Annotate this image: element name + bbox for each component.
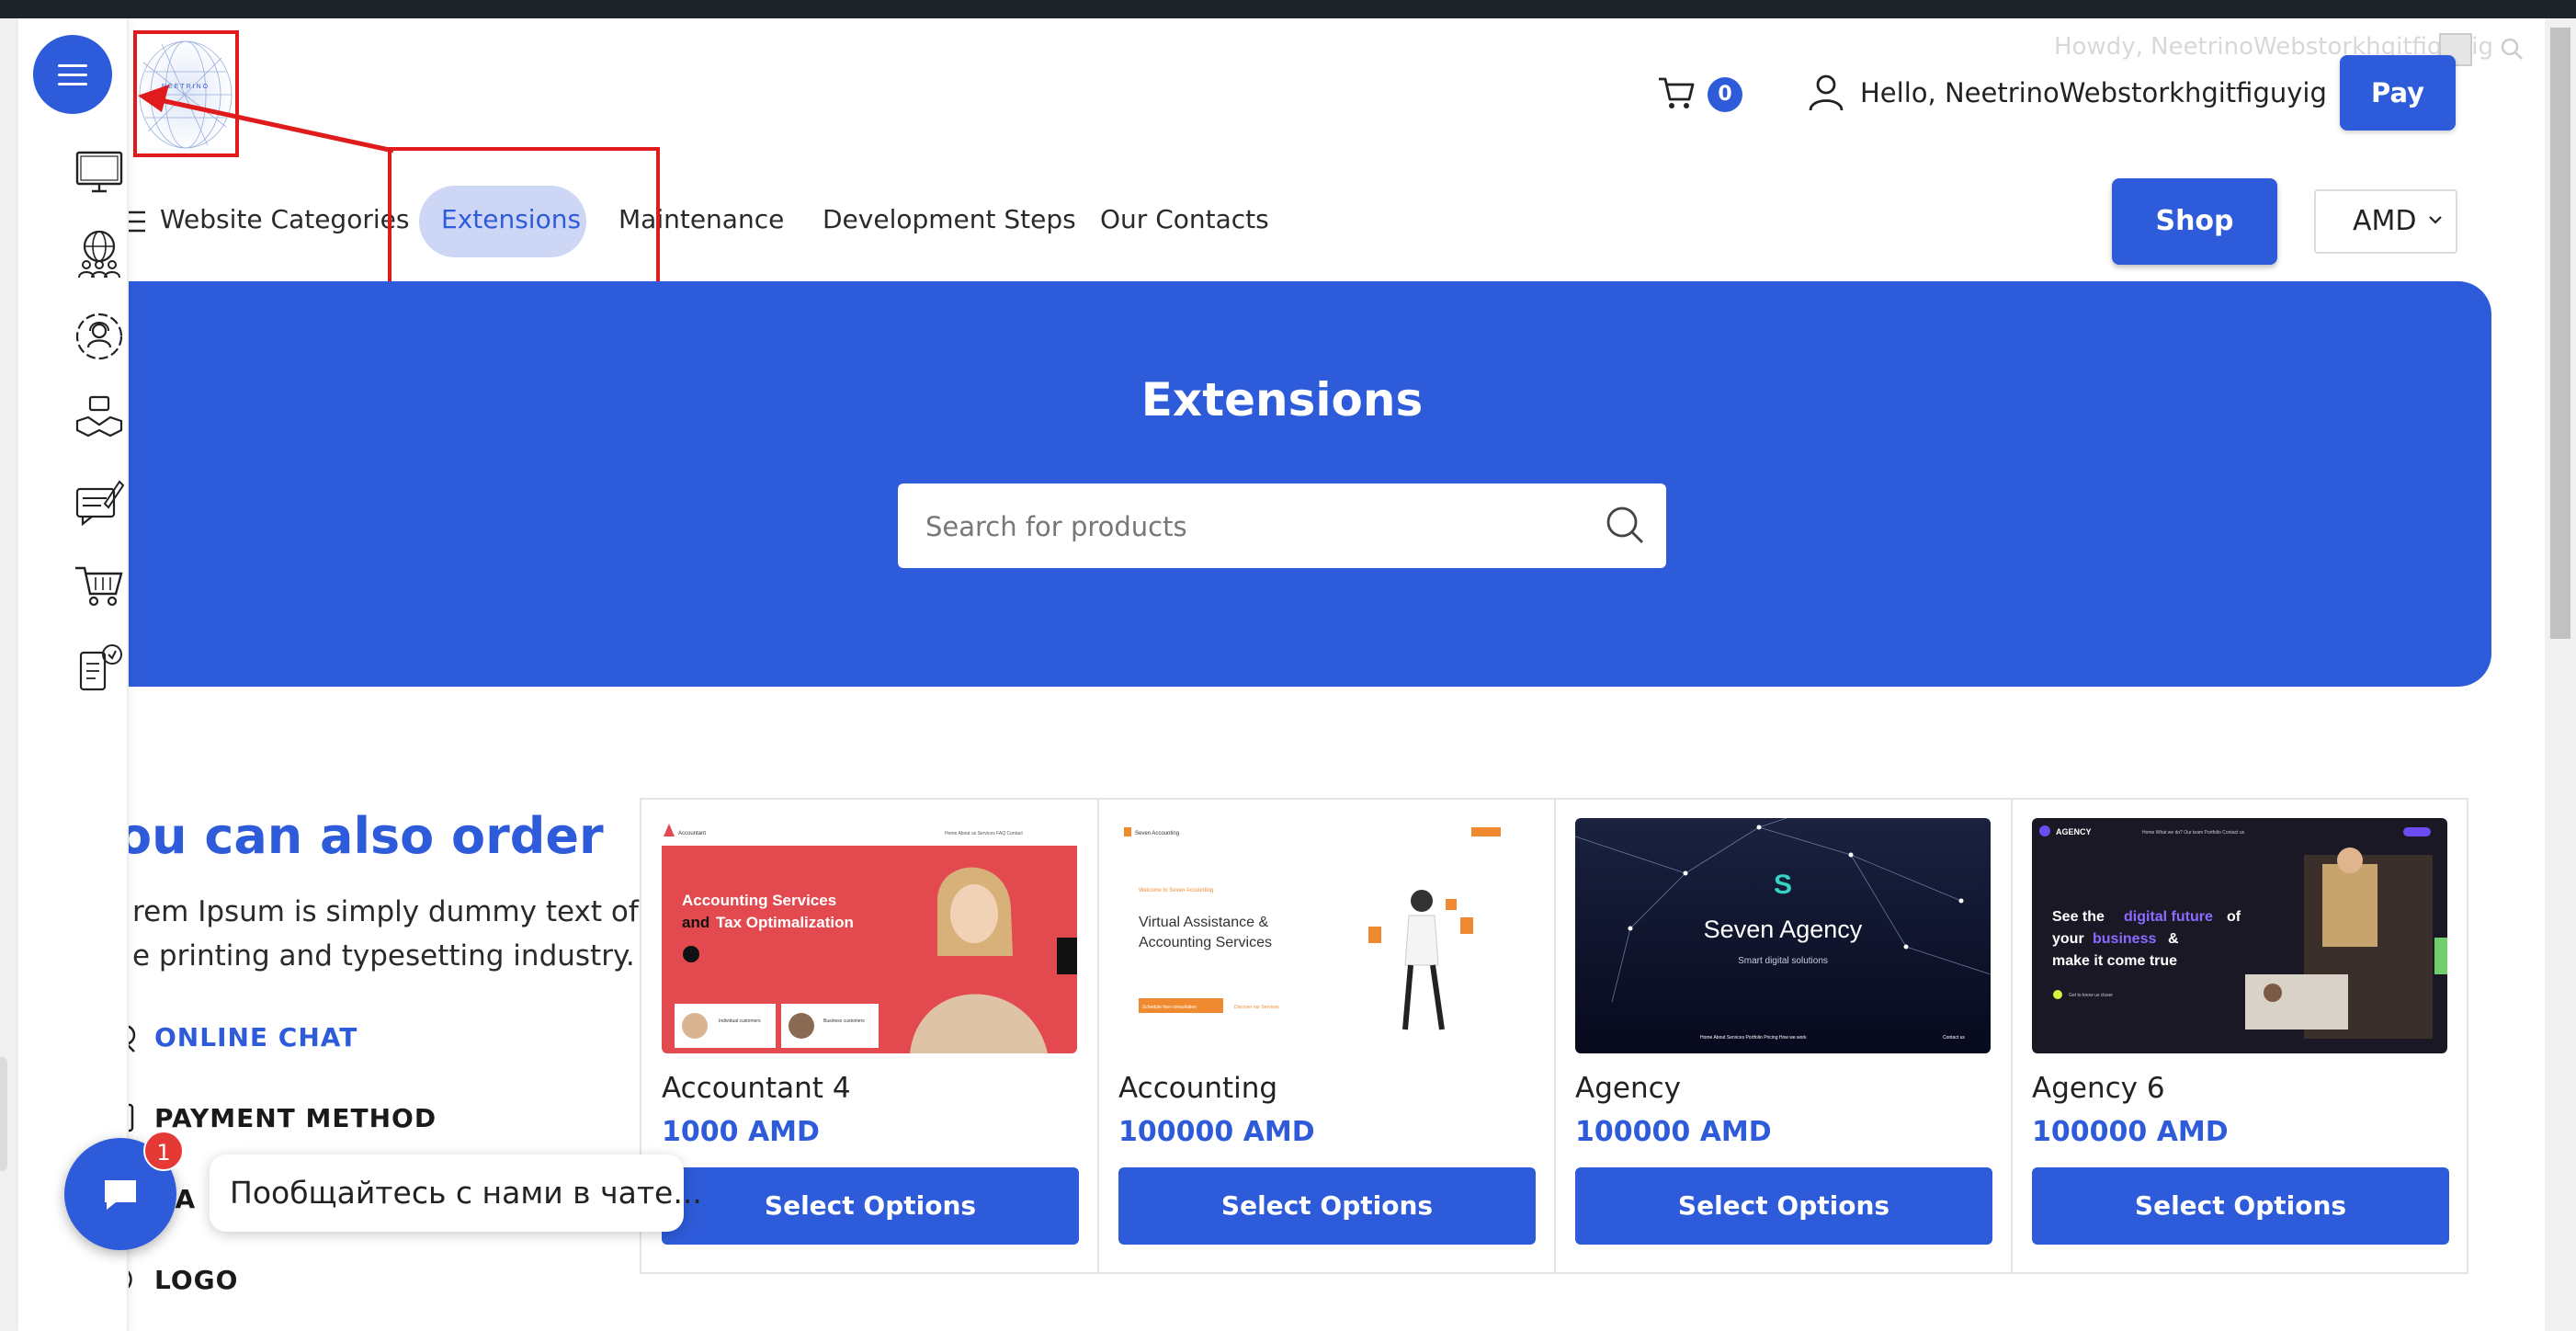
page-title: Extensions: [1140, 373, 1424, 427]
also-order-title: ou can also order: [118, 807, 604, 865]
svg-text:make it come true: make it come true: [2052, 953, 2177, 969]
search-box: [898, 483, 1666, 570]
nav-website-categories[interactable]: Website Categories: [160, 204, 409, 234]
svg-text:Virtual Assistance &: Virtual Assistance &: [1139, 915, 1268, 930]
select-options-button[interactable]: Select Options: [1118, 1167, 1536, 1245]
svg-text:of: of: [2227, 909, 2241, 925]
svg-text:Home About us Services FAQ: Home About us Services FAQ Contact: [945, 831, 1023, 836]
svg-text:Business customers: Business customers: [823, 1018, 865, 1024]
link-online-chat[interactable]: ONLINE CHAT: [154, 1022, 357, 1052]
select-options-button[interactable]: Select Options: [662, 1167, 1079, 1245]
review-chat-icon[interactable]: [74, 476, 125, 528]
select-options-button[interactable]: Select Options: [2032, 1167, 2449, 1245]
handshake-briefcase-icon[interactable]: [74, 393, 125, 445]
product-name[interactable]: Accounting: [1118, 1072, 1277, 1105]
svg-text:Individual customers: Individual customers: [719, 1018, 761, 1024]
svg-text:Schedule free consultation: Schedule free consultation: [1142, 1005, 1197, 1010]
side-tab[interactable]: [0, 1057, 7, 1171]
sidebar-menu-button[interactable]: [33, 35, 112, 114]
svg-text:Seven Agency: Seven Agency: [1704, 916, 1863, 943]
svg-text:business: business: [2093, 931, 2156, 947]
svg-text:S: S: [1774, 870, 1792, 900]
svg-text:Seven Accounting: Seven Accounting: [1135, 831, 1179, 836]
product-name[interactable]: Agency: [1575, 1072, 1681, 1105]
monitor-icon[interactable]: [74, 147, 125, 199]
product-card: S Seven Agency Smart digital solutions H…: [1555, 800, 2012, 1272]
select-options-button[interactable]: Select Options: [1575, 1167, 1992, 1245]
svg-text:and: and: [682, 914, 709, 931]
product-card: AGENCY Home What we do? Our team Portfol…: [2012, 800, 2468, 1272]
chat-icon: [105, 1180, 136, 1210]
search-input[interactable]: [924, 483, 1589, 570]
svg-text:AGENCY: AGENCY: [2056, 827, 2092, 836]
svg-text:Accountant: Accountant: [678, 831, 706, 836]
product-price: 100000 AMD: [2032, 1116, 2229, 1148]
shop-button[interactable]: Shop: [2112, 178, 2277, 265]
search-icon[interactable]: [1604, 504, 1646, 546]
svg-text:Discover our Services: Discover our Services: [1234, 1005, 1279, 1010]
product-thumbnail[interactable]: Accountant Home About us Services FAQ Co…: [662, 818, 1077, 1053]
product-card: Accountant Home About us Services FAQ Co…: [641, 800, 1098, 1272]
shopping-cart-icon[interactable]: [74, 559, 125, 610]
also-order-text-2: e printing and typesetting industry.: [132, 939, 635, 973]
svg-text:Tax Optimalization: Tax Optimalization: [716, 914, 854, 931]
svg-text:Home What we do? Our team P: Home What we do? Our team Portfolio Cont…: [2142, 830, 2245, 836]
support-agent-icon[interactable]: [74, 311, 125, 362]
svg-text:&: &: [2168, 931, 2179, 947]
svg-text:Accounting Services: Accounting Services: [682, 892, 836, 909]
chat-greeting-bubble[interactable]: Пообщайтесь с нами в чате...: [210, 1155, 702, 1232]
currency-select[interactable]: AMD: [2314, 189, 2457, 254]
svg-text:Smart digital solutions: Smart digital solutions: [1738, 956, 1828, 966]
chevron-down-icon: [2429, 216, 2442, 224]
svg-text:Welcome to Seven Accounting: Welcome to Seven Accounting: [1139, 888, 1213, 893]
svg-text:digital future: digital future: [2124, 909, 2213, 925]
svg-text:Contact us: Contact us: [1943, 1035, 1965, 1041]
product-price: 100000 AMD: [1575, 1116, 1772, 1148]
hamburger-line: [58, 74, 87, 76]
product-thumbnail[interactable]: S Seven Agency Smart digital solutions H…: [1575, 818, 1991, 1053]
product-thumbnail[interactable]: AGENCY Home What we do? Our team Portfol…: [2032, 818, 2447, 1053]
product-card: Seven Accounting Welcome to Seven Accoun…: [1098, 800, 1555, 1272]
link-logo[interactable]: LOGO: [154, 1265, 238, 1295]
scrollbar-thumb[interactable]: [2550, 28, 2570, 639]
svg-text:your: your: [2052, 931, 2084, 947]
svg-text:See the: See the: [2052, 909, 2105, 925]
product-name[interactable]: Accountant 4: [662, 1072, 851, 1105]
mobile-service-icon[interactable]: [74, 642, 125, 693]
cart-count-badge[interactable]: 0: [1708, 77, 1742, 112]
also-order-text-1: rem Ipsum is simply dummy text of: [132, 895, 639, 928]
svg-text:Accounting Services: Accounting Services: [1139, 935, 1272, 950]
pay-button[interactable]: Pay: [2340, 55, 2456, 131]
nav-development-steps[interactable]: Development Steps: [823, 204, 1076, 234]
product-price: 1000 AMD: [662, 1116, 820, 1148]
hamburger-icon: [58, 64, 87, 67]
svg-text:Get to know us closer: Get to know us closer: [2069, 993, 2113, 998]
chat-unread-badge: 1: [143, 1131, 184, 1171]
user-greeting[interactable]: Hello, NeetrinoWebstorkhgitfiguyig: [1860, 77, 2327, 108]
product-price: 100000 AMD: [1118, 1116, 1315, 1148]
currency-value: AMD: [2353, 205, 2417, 237]
quick-sidebar: [18, 18, 129, 1331]
user-icon[interactable]: [1806, 72, 1846, 112]
product-thumbnail[interactable]: Seven Accounting Welcome to Seven Accoun…: [1118, 818, 1534, 1053]
admin-bar: [0, 0, 2576, 18]
annotation-box-logo: [133, 30, 239, 157]
annotation-box-extensions: [388, 147, 660, 298]
globe-people-icon[interactable]: [74, 228, 125, 279]
product-name[interactable]: Agency 6: [2032, 1072, 2165, 1105]
cart-icon[interactable]: [1656, 72, 1697, 112]
svg-text:Home About Services Portfol: Home About Services Portfolio Pricing Ho…: [1700, 1035, 1807, 1041]
link-payment-method[interactable]: PAYMENT METHOD: [154, 1103, 437, 1133]
admin-search-icon[interactable]: [2500, 37, 2524, 61]
hamburger-line: [58, 83, 87, 85]
nav-our-contacts[interactable]: Our Contacts: [1100, 204, 1269, 234]
